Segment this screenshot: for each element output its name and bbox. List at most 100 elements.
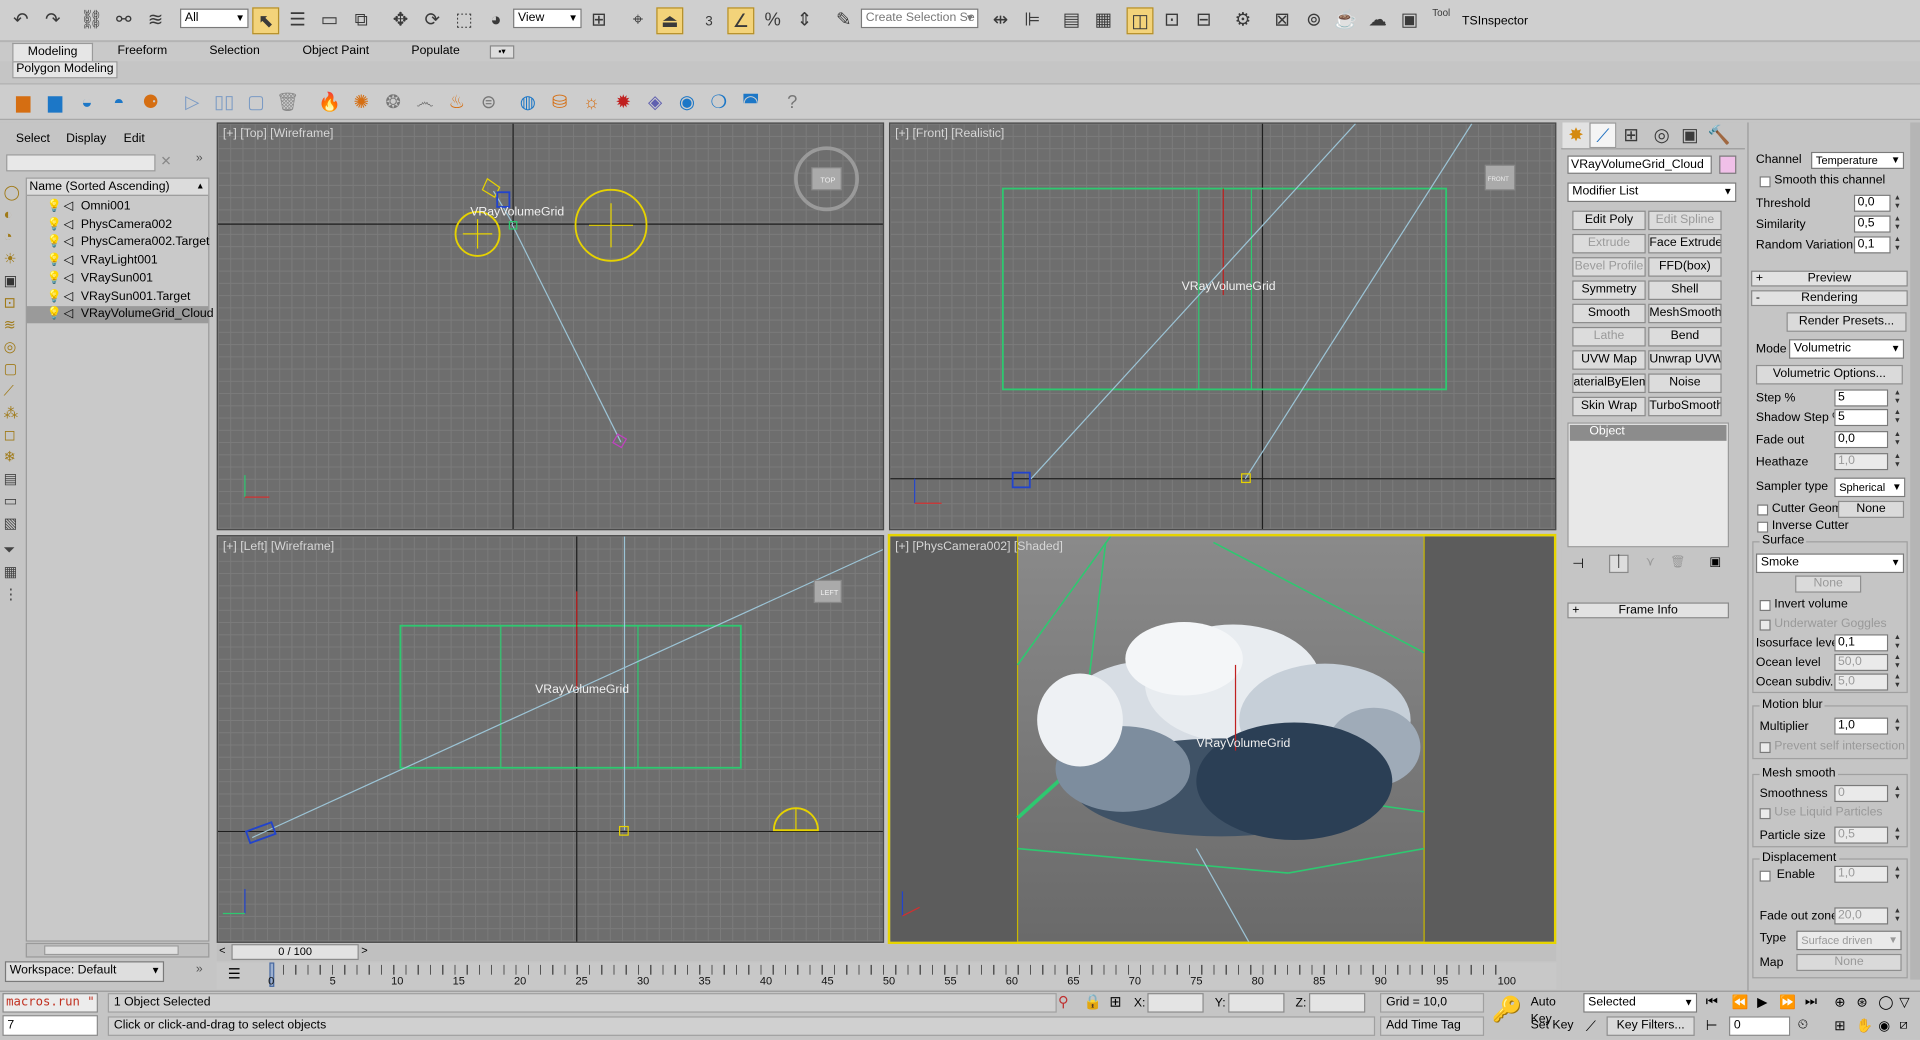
random-variation-field[interactable]: 0,1 [1853,236,1891,254]
modifier-button[interactable]: Edit Spline [1648,210,1722,231]
phoenix-ocean-icon[interactable]: ▆ [42,89,69,116]
fade-out-field[interactable]: 0,0 [1834,431,1889,449]
configure-sets-icon[interactable]: ▣ [1709,556,1721,569]
z-coord-field[interactable] [1308,993,1366,1013]
display-containers-icon[interactable]: ◻ [4,426,16,443]
modifier-button[interactable]: FFD(box) [1648,257,1722,277]
particle-size-field[interactable]: 0,5 [1834,826,1889,844]
x-coord-field[interactable] [1147,993,1204,1013]
layer-icon[interactable]: ▦ [4,563,18,580]
display-particles-icon[interactable]: ⁂ [4,404,19,421]
filter-icon[interactable]: ⏷ [4,541,16,559]
angle-snap-icon[interactable]: ∠ [727,7,755,35]
fade-out-zone-field[interactable]: 20,0 [1834,907,1889,925]
viewport-front[interactable]: [+] [Front] [Realistic] FRONT VRayVolume… [888,122,1557,531]
delete-cache-icon[interactable]: 🗑 [274,89,301,116]
preview-rollout[interactable]: + Preview [1751,270,1908,287]
modifier-list-dropdown[interactable]: Modifier List ▼ [1567,182,1737,203]
prevent-self-intersection-checkbox[interactable] [1759,742,1771,754]
light-bulb-icon[interactable]: 💡 [47,270,62,287]
render-cloud-icon[interactable]: ☁ [1364,7,1391,34]
spinner-snap-icon[interactable]: ⇕ [791,7,818,34]
viewport-camera[interactable]: [+] [PhysCamera002] [Shaded] VRayVolumeG… [887,533,1557,945]
link-icon[interactable]: ⛓ [78,7,105,34]
step-field[interactable]: 5 [1834,389,1889,407]
multiplier-spinner[interactable]: ▲ ▼ [1893,718,1902,735]
time-configuration-icon[interactable]: ⏲ [1798,1018,1809,1034]
shadow-step-field[interactable]: 5 [1834,408,1889,427]
maxscript-input[interactable]: 7 [2,1015,98,1036]
unlink-icon[interactable]: ⚯ [110,7,137,34]
rendered-frame-icon[interactable]: ⊠ [1269,7,1296,34]
percent-snap-icon[interactable]: % [759,7,786,34]
explorer-menu-edit[interactable]: Edit [124,132,145,145]
scene-item[interactable]: 💡 ◁ PhysCamera002.Target [27,234,210,251]
phoenix-particles-icon[interactable]: ⚈ [137,89,164,116]
utilities-tab-icon[interactable]: 🔨 [1706,122,1733,148]
step-spinner[interactable]: ▲ ▼ [1893,389,1902,406]
scene-item[interactable]: 💡 ◁ PhysCamera002 [27,216,208,233]
hscroll-thumb[interactable] [44,945,179,956]
hierarchy-tab-icon[interactable]: ⊞ [1618,122,1645,148]
multiplier-field[interactable]: 1,0 [1834,717,1889,735]
ocean-subdiv-field[interactable]: 5,0 [1834,673,1889,691]
workspace-dropdown[interactable]: Workspace: Default ▼ [4,961,165,983]
zoom-extents-icon[interactable]: ⊞ [1834,1018,1845,1034]
tab-object-paint[interactable]: Object Paint [302,44,369,57]
heathaze-field[interactable]: 1,0 [1834,453,1889,471]
display-all-filter-icon[interactable]: ▤ [4,470,18,487]
isolate-icon[interactable]: ⚲ [1058,993,1069,1010]
undo-icon[interactable]: ↶ [7,7,34,34]
display-lights-icon[interactable]: ☀ [4,250,17,267]
displacement-amount-spinner[interactable]: ▲ ▼ [1893,866,1902,883]
go-to-start-icon[interactable]: ⏮ [1706,994,1718,1010]
sun-icon[interactable]: ☼ [578,89,605,116]
modifier-button[interactable]: Extrude [1572,233,1646,254]
add-time-tag[interactable]: Add Time Tag [1380,1016,1485,1036]
move-icon[interactable]: ✥ [387,7,414,34]
scene-item[interactable]: 💡 ◁ Omni001 [27,198,208,215]
render-setup-icon[interactable]: ⚙ [1229,7,1256,34]
ocean-preset-icon[interactable]: ◚ [737,89,764,116]
cutter-geom-button[interactable]: None [1837,500,1905,518]
pin-stack-icon[interactable]: ⊣ [1572,556,1584,572]
splash-icon[interactable]: ◉ [673,89,700,116]
ocean-level-field[interactable]: 50,0 [1834,653,1889,672]
scene-list-header[interactable]: Name (Sorted Ascending) ▲ [26,178,209,196]
window-crossing-icon[interactable]: ⧉ [348,7,375,34]
zoom-icon[interactable]: ⊕ [1834,994,1845,1011]
viewport-top[interactable]: [+] [Top] [Wireframe] TOP VRayVolumeGrid [216,122,885,531]
fire-source-icon[interactable]: ✺ [348,89,375,116]
modifier-button[interactable]: Face Extrude [1648,233,1722,254]
sort-ascending-icon[interactable]: ▲ [196,179,204,195]
ribbon-options-icon[interactable]: ▪▾ [489,45,515,59]
viewcube-top-label[interactable]: TOP [820,175,835,184]
smoothness-field[interactable]: 0 [1834,784,1889,803]
motion-tab-icon[interactable]: ◎ [1648,122,1675,148]
render-production-icon[interactable]: ⊚ [1300,7,1327,34]
current-frame-field[interactable]: 0 [1728,1016,1791,1036]
phoenix-grid-icon[interactable]: ◓ [105,89,132,116]
help-icon[interactable]: ? [779,89,806,116]
display-all-icon[interactable]: ◯ [4,184,20,201]
bucket-icon[interactable]: ⛁ [546,89,573,116]
select-manipulate-icon[interactable]: ⌖ [624,7,651,34]
ocean-level-spinner[interactable]: ▲ ▼ [1893,654,1902,671]
displacement-enable-checkbox[interactable] [1759,870,1771,882]
scale-icon[interactable]: ⬚ [451,7,478,34]
edit-named-selection-icon[interactable]: ✎ [830,7,857,34]
phoenix-sim-icon[interactable]: ▆ [10,89,37,116]
next-frame-icon[interactable]: ⏩ [1779,994,1796,1011]
similarity-spinner[interactable]: ▲ ▼ [1893,216,1902,233]
display-groups-icon[interactable]: ◎ [4,338,17,355]
teapot-icon[interactable]: ☕ [1332,7,1359,34]
place-icon[interactable]: ◕ [482,7,509,34]
smoothness-spinner[interactable]: ▲ ▼ [1893,785,1902,802]
fade-out-spinner[interactable]: ▲ ▼ [1893,431,1902,448]
stack-item-object[interactable]: Object [1569,424,1727,441]
field-of-view-icon[interactable]: ▽ [1899,994,1909,1011]
modifier-button[interactable]: Skin Wrap [1572,396,1646,417]
modifier-button[interactable]: Symmetry [1572,280,1646,301]
sampler-type-dropdown[interactable]: Spherical ▼ [1834,477,1906,498]
select-by-name-icon[interactable]: ☰ [284,7,311,34]
